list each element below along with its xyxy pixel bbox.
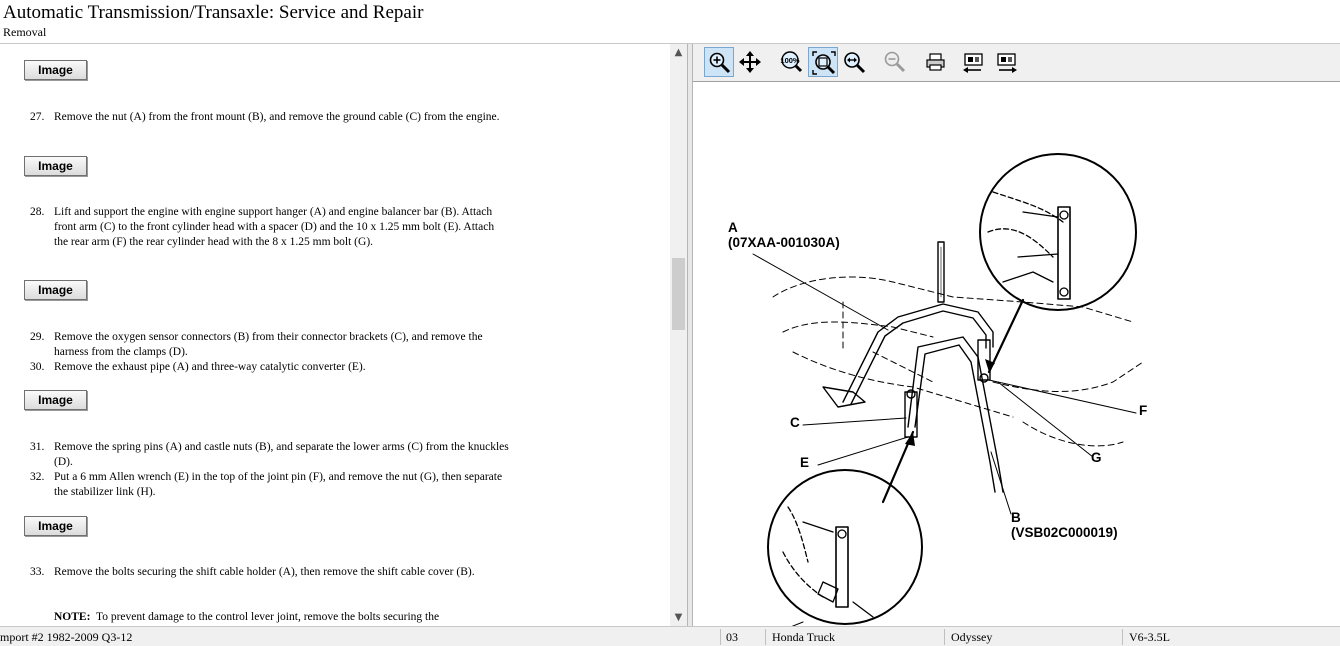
step-number: 27.	[30, 111, 45, 123]
step-number: 31.	[30, 441, 45, 453]
step-28: 28. Lift and support the engine with eng…	[30, 205, 510, 250]
image-button[interactable]: Image	[24, 156, 87, 176]
status-separator	[765, 629, 766, 645]
callout-leaders	[752, 253, 1137, 626]
status-model: Odyssey	[951, 630, 993, 644]
step-text: Remove the nut (A) from the front mount …	[54, 111, 500, 123]
step-text: Put a 6 mm Allen wrench (E) in the top o…	[54, 471, 503, 498]
previous-image-button[interactable]	[958, 47, 988, 77]
callout-g-label: G	[1091, 450, 1102, 465]
engine-outline	[772, 276, 1144, 447]
print-icon	[926, 53, 945, 71]
previous-image-icon	[963, 53, 983, 73]
step-number: 32.	[30, 471, 45, 483]
step-27: 27. Remove the nut (A) from the front mo…	[30, 110, 510, 125]
status-separator	[720, 629, 721, 645]
step-number: 30.	[30, 361, 45, 373]
engine-support-hanger	[822, 241, 994, 408]
status-make: Honda Truck	[772, 630, 836, 644]
image-viewer: 100% A (07XAA-001030A) C E F G B (VSB02C…	[693, 44, 1340, 626]
procedure-pane: Image 27. Remove the nut (A) from the fr…	[0, 44, 670, 626]
callout-e-label: E	[800, 455, 809, 470]
detail-arrows	[881, 298, 1025, 504]
detail-circle-front	[767, 469, 923, 625]
fit-window-icon	[812, 51, 836, 75]
step-29: 29. Remove the oxygen sensor connectors …	[30, 330, 510, 360]
scroll-down-icon[interactable]: ▼	[670, 609, 687, 626]
callout-f-label: F	[1139, 403, 1147, 418]
scroll-thumb[interactable]	[672, 258, 685, 330]
zoom-percent-label: 100%	[780, 56, 800, 65]
actual-size-button[interactable]: 100%	[776, 47, 806, 77]
note-text: To prevent damage to the control lever j…	[95, 611, 440, 623]
step-text: Remove the spring pins (A) and castle nu…	[54, 441, 509, 468]
callout-b-label: B	[1011, 510, 1021, 525]
step-33: 33. Remove the bolts securing the shift …	[30, 565, 510, 580]
step-text: Remove the oxygen sensor connectors (B) …	[54, 331, 483, 358]
page-title: Automatic Transmission/Transaxle: Servic…	[3, 2, 424, 23]
step-number: 33.	[30, 566, 45, 578]
zoom-area-button[interactable]	[839, 47, 869, 77]
next-image-button[interactable]	[991, 47, 1021, 77]
scroll-up-icon[interactable]: ▲	[670, 44, 687, 61]
status-code: 03	[726, 630, 738, 644]
engine-support-diagram: A (07XAA-001030A) C E F G B (VSB02C00001…	[728, 153, 1147, 626]
step-text: Lift and support the engine with engine …	[54, 206, 495, 248]
image-button[interactable]: Image	[24, 60, 87, 80]
status-bar: mport #2 1982-2009 Q3-12 03 Honda Truck …	[0, 626, 1340, 646]
step-32: 32. Put a 6 mm Allen wrench (E) in the t…	[30, 470, 510, 500]
actual-size-icon: 100%	[780, 51, 803, 73]
status-separator	[1122, 629, 1123, 645]
callout-b-part-number: (VSB02C000019)	[1011, 525, 1118, 540]
vertical-scrollbar[interactable]: ▲ ▼	[670, 44, 687, 626]
callout-a-part-number: (07XAA-001030A)	[728, 235, 840, 250]
pan-icon	[739, 51, 761, 73]
next-image-icon	[997, 53, 1017, 73]
zoom-out-button[interactable]	[880, 47, 910, 77]
page-subtitle: Removal	[3, 25, 47, 39]
status-source: mport #2 1982-2009 Q3-12	[0, 630, 133, 644]
status-engine: V6-3.5L	[1129, 630, 1170, 644]
detail-circle-rear	[979, 153, 1137, 311]
viewer-toolbar: 100%	[693, 44, 1340, 82]
step-number: 28.	[30, 206, 45, 218]
image-button[interactable]: Image	[24, 280, 87, 300]
zoom-in-icon	[709, 52, 731, 74]
image-button[interactable]: Image	[24, 390, 87, 410]
fit-window-button[interactable]	[808, 47, 838, 77]
step-text: Remove the bolts securing the shift cabl…	[54, 566, 475, 578]
step-number: 29.	[30, 331, 45, 343]
step-note: NOTE: To prevent damage to the control l…	[54, 610, 534, 625]
callout-a-label: A	[728, 220, 738, 235]
step-30: 30. Remove the exhaust pipe (A) and thre…	[30, 360, 510, 375]
print-button[interactable]	[921, 47, 951, 77]
pan-button[interactable]	[735, 47, 765, 77]
document-header: Automatic Transmission/Transaxle: Servic…	[0, 0, 1340, 44]
note-label: NOTE:	[54, 611, 91, 623]
callout-c-label: C	[790, 415, 800, 430]
zoom-in-button[interactable]	[704, 47, 734, 77]
step-text: Remove the exhaust pipe (A) and three-wa…	[54, 361, 366, 373]
image-button[interactable]: Image	[24, 516, 87, 536]
zoom-area-icon	[844, 52, 866, 74]
step-31: 31. Remove the spring pins (A) and castl…	[30, 440, 510, 470]
engine-balancer-bar	[904, 336, 1004, 493]
zoom-out-icon	[884, 51, 906, 73]
status-separator	[944, 629, 945, 645]
